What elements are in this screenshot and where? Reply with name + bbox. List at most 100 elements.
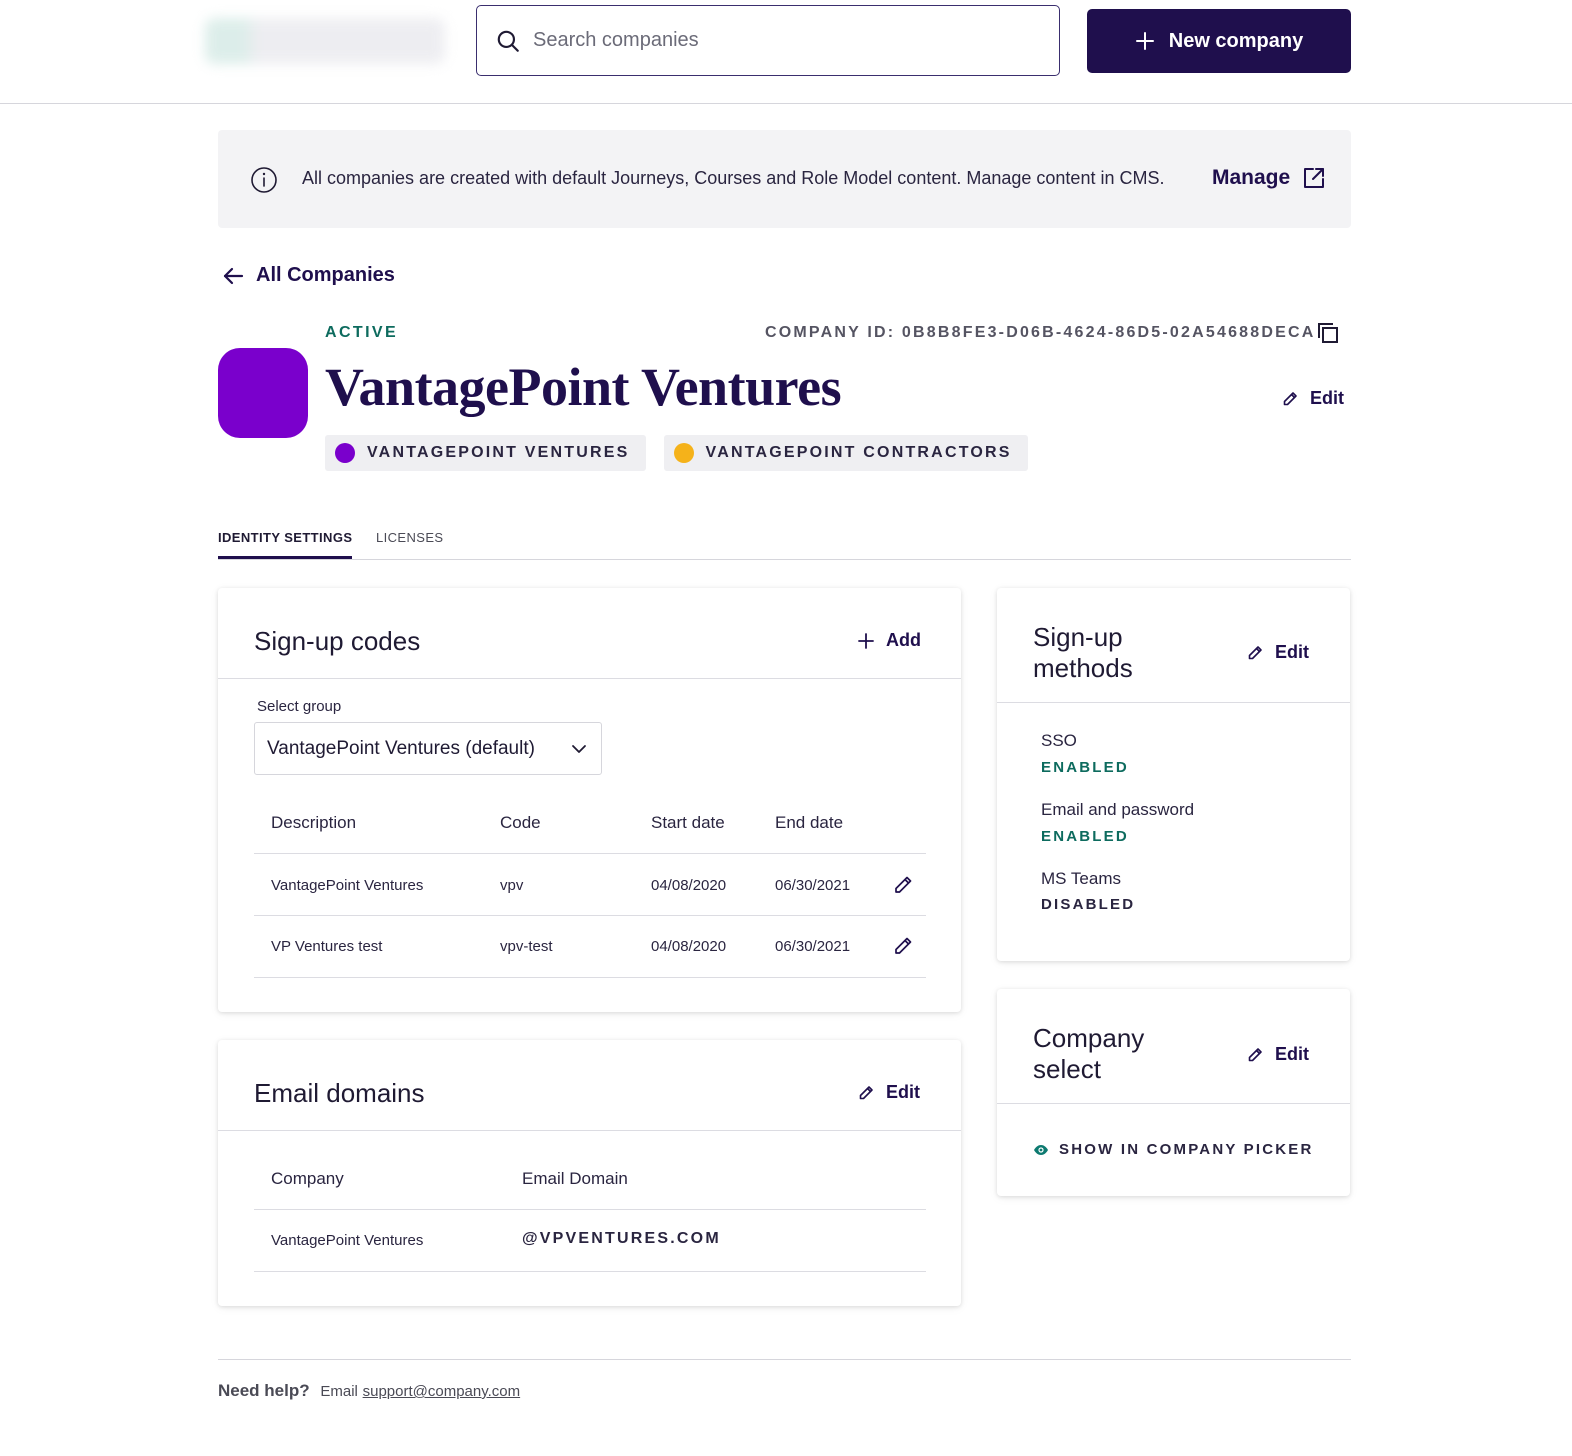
group-chip[interactable]: VANTAGEPOINT VENTURES xyxy=(325,435,646,471)
email-domain: @VPVENTURES.COM xyxy=(522,1230,721,1247)
column-header: End date xyxy=(775,813,844,832)
method-status: DISABLED xyxy=(1041,896,1136,913)
edit-company-button[interactable]: Edit xyxy=(1282,388,1344,409)
code-value: vpv-test xyxy=(500,938,553,955)
info-icon xyxy=(251,167,277,193)
card-header: Sign-up codes Add xyxy=(218,588,961,679)
table-row: VantagePoint Ventures @VPVENTURES.COM xyxy=(254,1211,926,1272)
column-header: Description xyxy=(271,813,357,832)
pencil-icon[interactable] xyxy=(893,936,913,956)
method-name: MS Teams xyxy=(1041,869,1121,888)
select-group-label: Select group xyxy=(257,698,342,715)
plus-icon xyxy=(858,632,874,649)
group-chips: VANTAGEPOINT VENTURES VANTAGEPOINT CONTR… xyxy=(325,435,1028,471)
card-title: Sign-up codes xyxy=(254,626,421,656)
pencil-icon[interactable] xyxy=(893,875,913,895)
code-value: vpv xyxy=(500,877,524,894)
group-chip-label: VANTAGEPOINT CONTRACTORS xyxy=(705,444,1012,461)
info-banner: All companies are created with default J… xyxy=(218,130,1351,228)
manage-label: Manage xyxy=(1212,166,1291,189)
back-label: All Companies xyxy=(256,264,395,286)
banner-message: All companies are created with default J… xyxy=(302,168,1165,188)
card-header: Sign-up methods Edit xyxy=(997,588,1350,703)
table-row: VantagePoint Ventures vpv 04/08/2020 06/… xyxy=(254,855,926,916)
method-status: ENABLED xyxy=(1041,759,1129,776)
footer-divider xyxy=(218,1359,1351,1360)
method-name: SSO xyxy=(1041,731,1077,750)
company-id: COMPANY ID: 0B8B8FE3-D06B-4624-86D5-02A5… xyxy=(765,324,1316,341)
code-description: VP Ventures test xyxy=(271,938,383,955)
email-domains-card: Email domains Edit Company Email Domain … xyxy=(218,1040,961,1306)
search-icon xyxy=(497,30,519,52)
method-status: ENABLED xyxy=(1041,828,1129,845)
edit-email-domains-button[interactable]: Edit xyxy=(858,1082,920,1103)
edit-label: Edit xyxy=(1275,1044,1309,1064)
picker-label: SHOW IN COMPANY PICKER xyxy=(1059,1141,1314,1158)
support-email-link[interactable]: support@company.com xyxy=(363,1383,521,1400)
show-in-picker-status: SHOW IN COMPANY PICKER xyxy=(1033,1141,1314,1158)
group-chip-label: VANTAGEPOINT VENTURES xyxy=(367,444,630,461)
table-header-row: Company Email Domain xyxy=(254,1144,926,1210)
external-link-icon xyxy=(1304,168,1325,188)
card-title-line: Company xyxy=(1033,1023,1145,1053)
tab-licenses[interactable]: LICENSES xyxy=(376,530,444,545)
column-header: Company xyxy=(271,1169,344,1188)
company-status: ACTIVE xyxy=(325,324,399,341)
copy-icon[interactable] xyxy=(1316,321,1340,345)
tab-bar: IDENTITY SETTINGS LICENSES xyxy=(218,524,1351,560)
edit-signup-methods-button[interactable]: Edit xyxy=(1247,642,1309,663)
card-header: Company select Edit xyxy=(997,989,1350,1104)
email-label: Email xyxy=(320,1383,358,1400)
company-select-card: Company select Edit SHOW IN COMPANY PICKE… xyxy=(997,989,1350,1196)
eye-icon xyxy=(1034,1144,1048,1155)
app-logo[interactable] xyxy=(205,18,445,64)
group-select[interactable]: VantagePoint Ventures (default) xyxy=(254,722,602,775)
pencil-icon xyxy=(859,1085,873,1099)
pencil-icon xyxy=(1248,645,1262,659)
plus-icon xyxy=(1135,32,1154,50)
add-label: Add xyxy=(886,630,921,650)
column-header: Start date xyxy=(651,813,725,832)
company-name: VantagePoint Ventures xyxy=(325,357,842,417)
code-start-date: 04/08/2020 xyxy=(651,938,727,955)
card-title: Sign-up methods xyxy=(1033,622,1133,684)
manage-link[interactable]: Manage xyxy=(1212,166,1326,190)
company-avatar xyxy=(218,348,308,438)
card-header: Email domains Edit xyxy=(218,1040,961,1131)
domain-company: VantagePoint Ventures xyxy=(271,1232,424,1249)
code-end-date: 06/30/2021 xyxy=(775,938,851,955)
arrow-left-icon xyxy=(223,267,244,284)
group-color-dot xyxy=(673,443,694,463)
signup-methods-card: Sign-up methods Edit SSO ENABLED Email an… xyxy=(997,588,1350,961)
back-to-all-companies[interactable]: All Companies xyxy=(222,264,395,287)
edit-label: Edit xyxy=(886,1082,920,1102)
group-chip[interactable]: VANTAGEPOINT CONTRACTORS xyxy=(663,435,1028,471)
table-header-row: Description Code Start date End date xyxy=(254,788,926,854)
card-title-line: methods xyxy=(1033,653,1133,683)
chevron-down-icon xyxy=(572,745,586,753)
pencil-icon xyxy=(1248,1047,1262,1061)
search-input[interactable] xyxy=(533,29,1013,52)
new-company-label: New company xyxy=(1168,29,1304,52)
card-title: Company select xyxy=(1033,1023,1144,1085)
column-header: Code xyxy=(500,813,541,832)
tab-identity-settings[interactable]: IDENTITY SETTINGS xyxy=(218,530,353,559)
edit-label: Edit xyxy=(1310,388,1344,408)
code-start-date: 04/08/2020 xyxy=(651,877,727,894)
method-name: Email and password xyxy=(1041,800,1195,819)
code-end-date: 06/30/2021 xyxy=(775,877,851,894)
search-box[interactable] xyxy=(476,5,1060,76)
table-row: VP Ventures test vpv-test 04/08/2020 06/… xyxy=(254,917,926,978)
edit-label: Edit xyxy=(1275,642,1309,662)
edit-company-select-button[interactable]: Edit xyxy=(1247,1044,1309,1065)
card-title-line: select xyxy=(1033,1054,1101,1084)
column-header: Email Domain xyxy=(522,1169,628,1188)
pencil-icon xyxy=(1283,391,1297,405)
new-company-button[interactable]: New company xyxy=(1087,9,1351,73)
group-color-dot xyxy=(335,443,355,463)
group-select-value: VantagePoint Ventures (default) xyxy=(267,737,535,759)
help-label: Need help? xyxy=(218,1381,310,1400)
signup-codes-card: Sign-up codes Add Select group VantagePo… xyxy=(218,588,961,1012)
code-description: VantagePoint Ventures xyxy=(271,877,424,894)
add-signup-code-button[interactable]: Add xyxy=(858,630,921,651)
